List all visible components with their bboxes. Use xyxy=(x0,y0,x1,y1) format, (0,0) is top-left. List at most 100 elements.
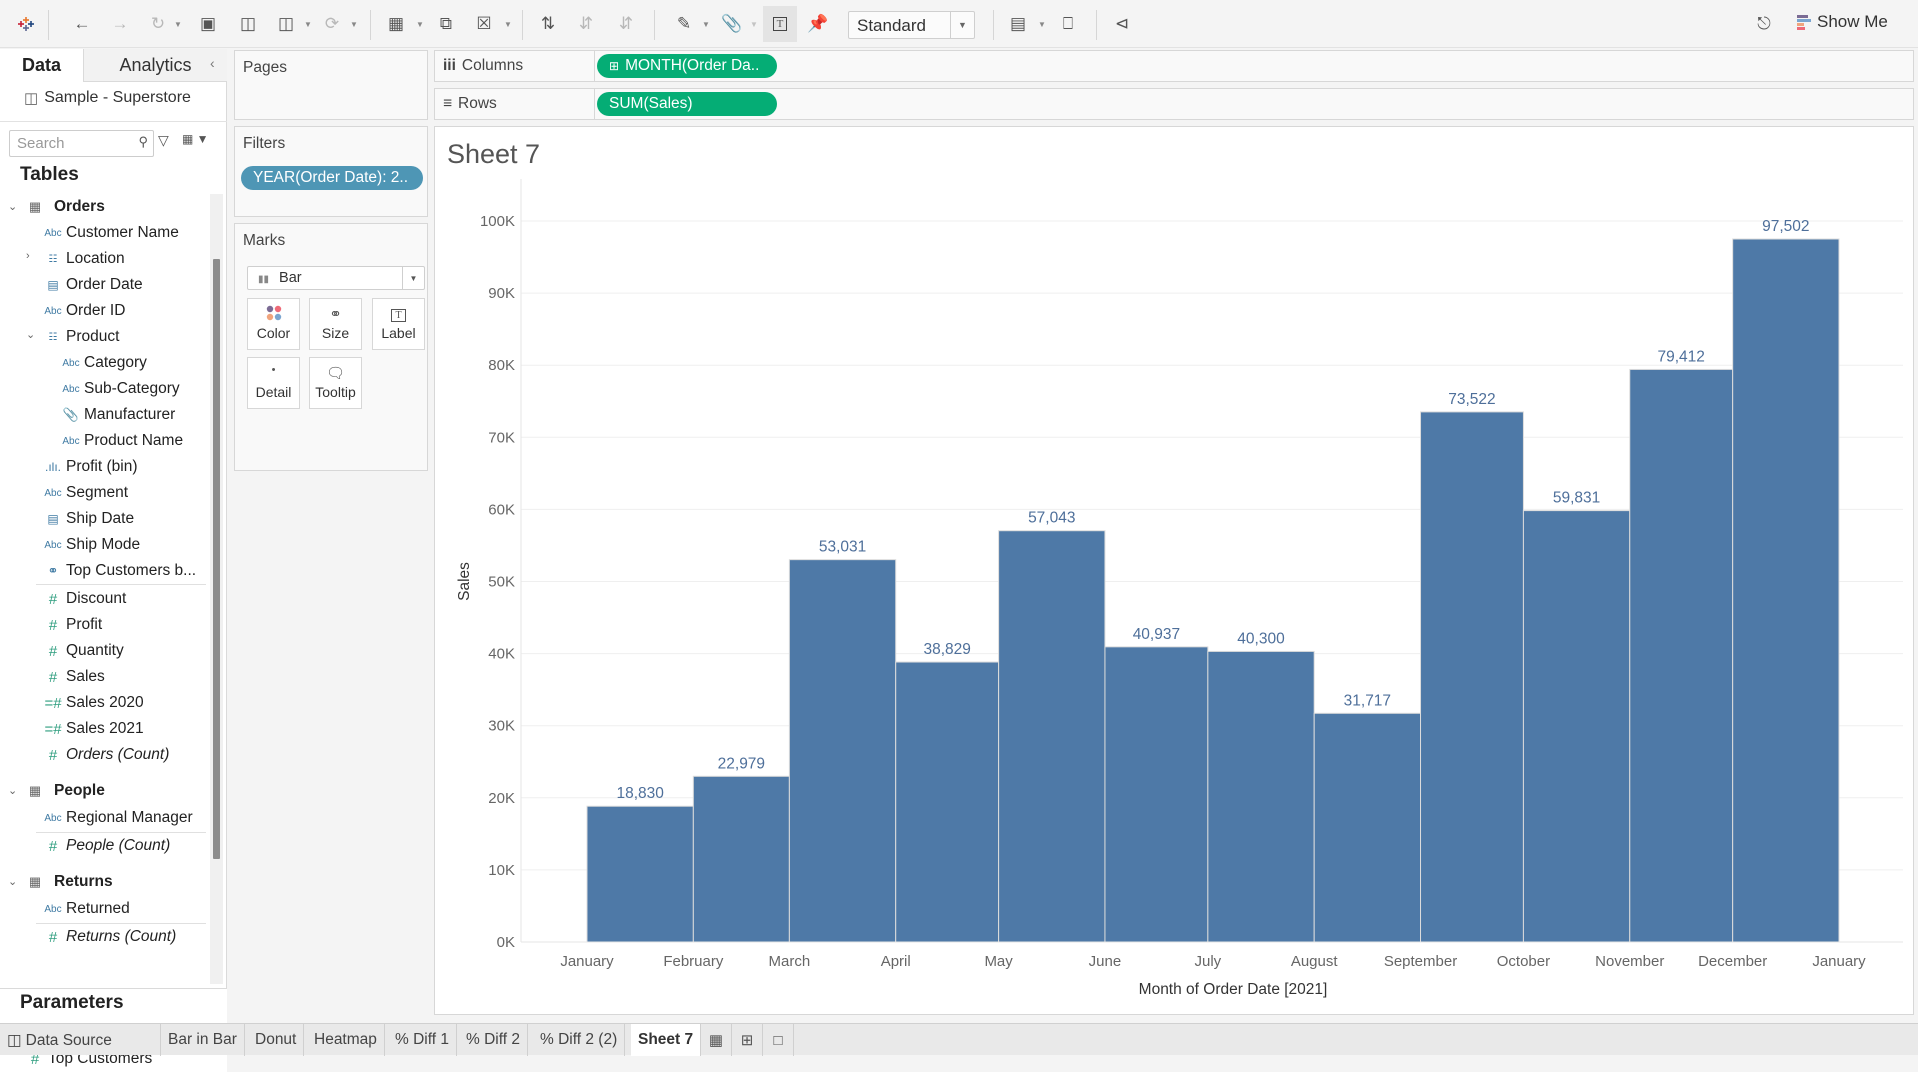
bar-november[interactable] xyxy=(1629,368,1734,943)
chevron-down-icon[interactable]: ⌄ xyxy=(26,328,35,341)
field-item[interactable]: ⚭ Top Customers b... xyxy=(40,558,197,584)
duplicate-sheet-icon[interactable]: ⧉ xyxy=(434,12,458,36)
bar-march[interactable] xyxy=(788,559,897,943)
bar-august[interactable] xyxy=(1313,712,1422,943)
chevron-down-icon[interactable]: ⌄ xyxy=(8,200,17,213)
new-data-source-icon[interactable]: ◫ xyxy=(236,12,260,36)
filter-pill-year[interactable]: YEAR(Order Date): 2.. xyxy=(241,166,423,190)
view-options-icon[interactable]: ▦ ▼ xyxy=(182,132,209,146)
field-item[interactable]: # Quantity xyxy=(40,638,124,664)
filter-icon[interactable]: ▽ xyxy=(158,132,169,149)
rows-shelf[interactable]: ≡ Rows SUM(Sales) xyxy=(434,88,1914,120)
refresh-dropdown-caret[interactable]: ▼ xyxy=(350,20,358,29)
fit-dropdown[interactable]: Standard ▼ xyxy=(848,11,975,39)
field-item[interactable]: # Orders (Count) xyxy=(40,742,170,768)
chevron-right-icon[interactable]: › xyxy=(26,250,30,262)
scrollbar-thumb[interactable] xyxy=(213,259,220,859)
tab-sheet-7[interactable]: Sheet 7 xyxy=(631,1024,702,1056)
share-icon[interactable]: ⊲ xyxy=(1110,12,1134,36)
field-item[interactable]: =# Sales 2020 xyxy=(40,690,143,716)
binoculars-icon[interactable]: ⎋ xyxy=(1752,12,1776,36)
bar-october[interactable] xyxy=(1522,510,1631,943)
highlight-dropdown-caret[interactable]: ▼ xyxy=(702,20,710,29)
table-returns[interactable]: ⌄ ▦ Returns xyxy=(8,869,113,895)
bar-january[interactable] xyxy=(586,805,694,943)
new-dashboard-icon[interactable]: ⊞ xyxy=(732,1024,763,1056)
show-cards-icon[interactable]: ▤ xyxy=(1006,12,1030,36)
filters-card[interactable]: Filters YEAR(Order Date): 2.. xyxy=(234,126,428,217)
field-item[interactable]: Abc Customer Name xyxy=(40,220,178,246)
field-item[interactable]: ▤ Ship Date xyxy=(40,506,134,532)
rows-pill[interactable]: SUM(Sales) xyxy=(597,92,777,116)
bar-june[interactable] xyxy=(1104,646,1209,943)
field-item[interactable]: Abc Regional Manager xyxy=(40,805,192,831)
search-input[interactable]: Search ⚲ xyxy=(9,130,154,157)
detail-button[interactable]: • Detail xyxy=(247,357,300,409)
swap-rows-columns-icon[interactable]: ⇅ xyxy=(536,12,560,36)
tab-data[interactable]: Data xyxy=(0,49,83,82)
label-button[interactable]: T Label xyxy=(372,298,425,350)
bar-april[interactable] xyxy=(895,661,1000,943)
field-item[interactable]: ⌄ ☷ Product xyxy=(26,324,119,350)
field-item[interactable]: ▤ Order Date xyxy=(40,272,142,298)
new-story-icon[interactable]: □ xyxy=(763,1024,794,1056)
tab-pct-diff-1[interactable]: % Diff 1 xyxy=(388,1024,457,1056)
chevron-down-icon[interactable]: ⌄ xyxy=(8,784,17,797)
fix-axes-icon[interactable]: 📌 xyxy=(806,12,830,36)
chevron-down-icon[interactable]: ⌄ xyxy=(8,875,17,888)
field-item[interactable]: # Returns (Count) xyxy=(40,924,176,950)
bar-september[interactable] xyxy=(1420,411,1524,943)
bar-july[interactable] xyxy=(1207,650,1315,943)
new-worksheet-icon[interactable]: ▦ xyxy=(384,12,408,36)
replay-icon[interactable]: ↻ xyxy=(146,12,170,36)
clear-sheet-dropdown-caret[interactable]: ▼ xyxy=(504,20,512,29)
show-mark-labels-icon[interactable]: T xyxy=(763,6,797,42)
tab-donut[interactable]: Donut xyxy=(248,1024,305,1056)
redo-icon[interactable]: → xyxy=(108,12,132,36)
field-item[interactable]: › ☷ Location xyxy=(26,246,125,272)
group-members-icon[interactable]: 📎 xyxy=(720,12,744,36)
field-item[interactable]: .ılı. Profit (bin) xyxy=(40,454,138,480)
clear-sheet-icon[interactable]: ☒ xyxy=(472,12,496,36)
field-item[interactable]: =# Sales 2021 xyxy=(40,716,143,742)
bar-february[interactable] xyxy=(692,775,790,943)
new-worksheet-dropdown-caret[interactable]: ▼ xyxy=(416,20,424,29)
mark-type-dropdown[interactable]: ▮▮ Bar ▼ xyxy=(247,266,425,290)
size-button[interactable]: ⚭ Size xyxy=(309,298,362,350)
table-people[interactable]: ⌄ ▦ People xyxy=(8,778,105,804)
tooltip-button[interactable]: 🗨 Tooltip xyxy=(309,357,362,409)
field-item[interactable]: Abc Ship Mode xyxy=(40,532,140,558)
sort-ascending-icon[interactable]: ⇵ xyxy=(574,12,598,36)
tab-pct-diff-2-2[interactable]: % Diff 2 (2) xyxy=(533,1024,626,1056)
pause-updates-icon[interactable]: ◫ xyxy=(274,12,298,36)
field-item[interactable]: Abc Category xyxy=(58,350,147,376)
field-item[interactable]: 📎 Manufacturer xyxy=(58,402,175,428)
color-button[interactable]: Color xyxy=(247,298,300,350)
tableau-logo-icon[interactable] xyxy=(14,12,38,36)
field-item[interactable]: # Discount xyxy=(40,586,126,612)
replay-dropdown-caret[interactable]: ▼ xyxy=(174,20,182,29)
tab-heatmap[interactable]: Heatmap xyxy=(307,1024,385,1056)
undo-icon[interactable]: ← xyxy=(70,12,94,36)
table-orders[interactable]: ⌄ ▦ Orders xyxy=(8,194,105,220)
field-item[interactable]: Abc Segment xyxy=(40,480,128,506)
pause-dropdown-caret[interactable]: ▼ xyxy=(304,20,312,29)
bar-may[interactable] xyxy=(998,530,1106,943)
pages-card[interactable]: Pages xyxy=(234,50,428,120)
field-item[interactable]: # People (Count) xyxy=(40,833,170,859)
field-item[interactable]: Abc Product Name xyxy=(58,428,183,454)
bar-december[interactable] xyxy=(1732,238,1840,943)
show-cards-dropdown-caret[interactable]: ▼ xyxy=(1038,20,1046,29)
tab-bar-in-bar[interactable]: Bar in Bar xyxy=(161,1024,245,1056)
presentation-mode-icon[interactable]: ⎕ xyxy=(1056,12,1080,36)
tab-data-source[interactable]: ◫ Data Source xyxy=(0,1024,161,1056)
new-worksheet-icon[interactable]: ▦ xyxy=(701,1024,732,1056)
sort-descending-icon[interactable]: ⇵ xyxy=(614,12,638,36)
columns-pill[interactable]: ⊞ MONTH(Order Da.. xyxy=(597,54,777,78)
field-item[interactable]: Abc Sub-Category xyxy=(58,376,179,402)
tab-pct-diff-2[interactable]: % Diff 2 xyxy=(459,1024,528,1056)
field-item[interactable]: Abc Returned xyxy=(40,896,129,922)
tab-analytics[interactable]: Analytics xyxy=(83,49,227,82)
field-item[interactable]: # Sales xyxy=(40,664,105,690)
show-me-button[interactable]: Show Me xyxy=(1797,12,1888,32)
